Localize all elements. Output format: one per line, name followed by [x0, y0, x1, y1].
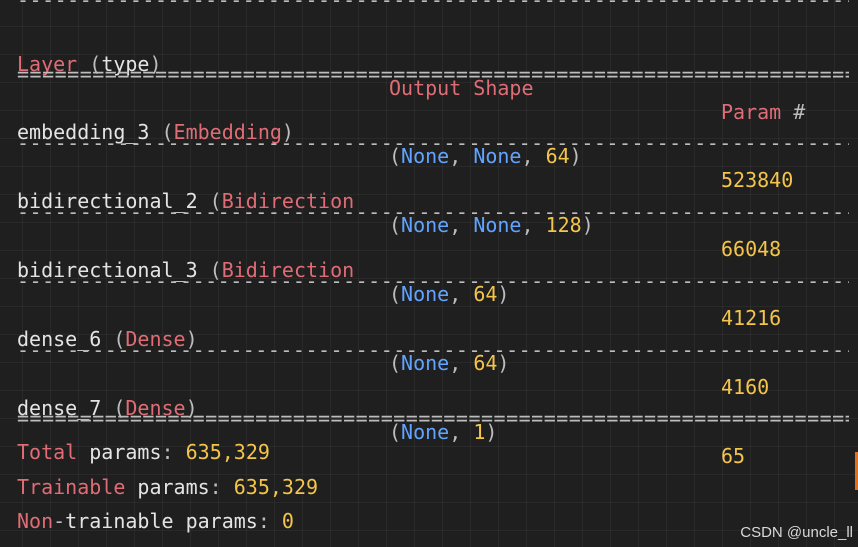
row-dash-separator: ----------------------------------------…	[17, 269, 849, 293]
table-row: bidirectional_2 (Bidirection (None, None…	[17, 165, 781, 261]
header-hash: #	[793, 100, 806, 124]
row-dash-separator: ----------------------------------------…	[17, 131, 849, 155]
trainable-word: Trainable	[17, 475, 126, 499]
table-row: dense_6 (Dense) (None, 64) 4160	[17, 303, 769, 399]
table-row: bidirectional_3 (Bidirection (None, 64) …	[17, 234, 781, 330]
non-trainable-word: Non	[17, 509, 54, 533]
table-row: dense_7 (Dense) (None, 1) 65	[17, 372, 745, 468]
watermark-text: CSDN @uncle_ll	[740, 524, 853, 541]
table-row: embedding_3 (Embedding) (None, None, 64)…	[17, 96, 793, 192]
header-param-cell: Param #	[721, 100, 805, 124]
trainable-params-value: 635,329	[233, 475, 319, 499]
param-count: 523840	[721, 168, 794, 192]
total-label: params	[89, 440, 162, 464]
top-dash-separator: ----------------------------------------…	[17, 0, 849, 12]
param-count: 66048	[721, 237, 782, 261]
param-count: 65	[721, 444, 746, 468]
trainable-params-line: Trainable params: 635,329	[17, 475, 319, 499]
model-summary-screen: { "header": { "layer": "Layer", "type": …	[0, 0, 858, 547]
param-count: 4160	[721, 375, 770, 399]
non-trainable-params-line: Non-trainable params: 0	[17, 509, 294, 533]
row-dash-separator: ----------------------------------------…	[17, 200, 849, 224]
total-word: Total	[17, 440, 78, 464]
footer-equals-separator: ========================================…	[17, 406, 849, 430]
non-trainable-params-value: 0	[281, 509, 294, 533]
trainable-label: params	[137, 475, 210, 499]
header-equals-separator: ========================================…	[17, 62, 849, 86]
non-trainable-label: trainable params	[65, 509, 258, 533]
header-param: Param	[721, 100, 782, 124]
total-params-line: Total params: 635,329	[17, 440, 270, 464]
row-dash-separator: ----------------------------------------…	[17, 338, 849, 362]
total-params-value: 635,329	[185, 440, 270, 464]
header-row: Layer (type) Output Shape Param #	[17, 28, 805, 124]
param-count: 41216	[721, 306, 782, 330]
